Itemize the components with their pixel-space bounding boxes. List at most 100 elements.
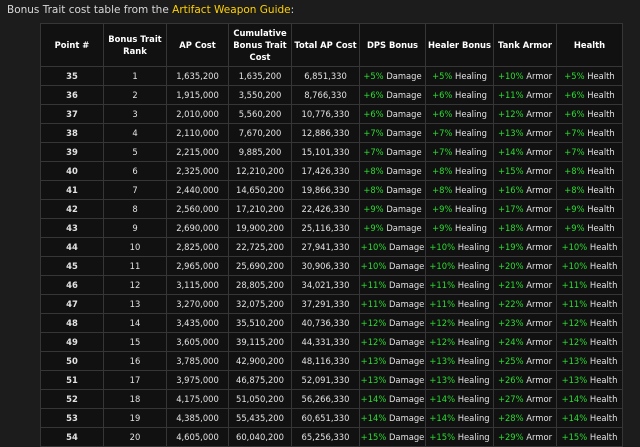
bonus-percent: +20% [497, 261, 524, 271]
bonus-label: Armor [526, 299, 553, 309]
cumulative-cost-cell: 9,885,200 [228, 142, 292, 162]
bonus-percent: +5% [432, 71, 453, 81]
table-row: 44 10 2,825,000 22,725,200 27,941,330 +10% Da… [40, 237, 623, 257]
dps-bonus-cell: +12% Damage [359, 332, 426, 352]
bonus-percent: +9% [363, 223, 384, 233]
bonus-percent: +14% [360, 413, 387, 423]
cumulative-cost-cell: 12,210,200 [228, 161, 292, 181]
bonus-percent: +10% [561, 242, 588, 252]
bonus-percent: +9% [363, 204, 384, 214]
tank-armor-cell: +19% Armor [493, 237, 557, 257]
bonus-label: Armor [526, 261, 553, 271]
bonus-label: Damage [388, 242, 425, 252]
bonus-percent: +14% [497, 147, 524, 157]
rank-cell: 17 [103, 370, 167, 390]
rank-cell: 4 [103, 123, 167, 143]
total-ap-cell: 27,941,330 [291, 237, 360, 257]
ap-cost-cell: 2,010,000 [166, 104, 229, 124]
total-ap-cell: 6,851,330 [291, 66, 360, 86]
bonus-percent: +8% [432, 185, 453, 195]
bonus-percent: +10% [497, 71, 524, 81]
health-cell: +8% Health [556, 180, 623, 200]
total-ap-cell: 60,651,330 [291, 408, 360, 428]
bonus-percent: +6% [564, 109, 585, 119]
table-row: 40 6 2,325,000 12,210,200 17,426,330 +8% Dama… [40, 161, 623, 181]
bonus-label: Damage [386, 147, 422, 157]
dps-bonus-cell: +8% Damage [359, 180, 426, 200]
health-cell: +10% Health [556, 237, 623, 257]
rank-cell: 1 [103, 66, 167, 86]
bonus-percent: +28% [497, 413, 524, 423]
healer-bonus-cell: +12% Healing [425, 313, 494, 333]
bonus-label: Damage [388, 413, 425, 423]
cumulative-cost-cell: 3,550,200 [228, 85, 292, 105]
bonus-label: Healing [457, 318, 490, 328]
cumulative-cost-cell: 55,435,200 [228, 408, 292, 428]
healer-bonus-cell: +8% Healing [425, 161, 494, 181]
rank-cell: 3 [103, 104, 167, 124]
bonus-label: Health [589, 261, 618, 271]
bonus-label: Armor [526, 147, 553, 157]
bonus-label: Armor [526, 223, 553, 233]
bonus-label: Armor [526, 432, 553, 442]
bonus-label: Health [589, 413, 618, 423]
bonus-percent: +11% [561, 280, 588, 290]
bonus-label: Healing [455, 90, 487, 100]
health-cell: +6% Health [556, 85, 623, 105]
cumulative-cost-cell: 60,040,200 [228, 427, 292, 447]
bonus-percent: +8% [564, 166, 585, 176]
tank-armor-cell: +11% Armor [493, 85, 557, 105]
bonus-percent: +7% [432, 128, 453, 138]
cumulative-cost-cell: 22,725,200 [228, 237, 292, 257]
bonus-label: Health [587, 185, 615, 195]
table-header-row: Point # Bonus Trait Rank AP Cost Cumulat… [40, 23, 623, 67]
health-cell: +6% Health [556, 104, 623, 124]
cumulative-cost-cell: 25,690,200 [228, 256, 292, 276]
bonus-percent: +9% [432, 204, 453, 214]
total-ap-cell: 12,886,330 [291, 123, 360, 143]
total-ap-cell: 19,866,330 [291, 180, 360, 200]
column-header-healer-bonus: Healer Bonus [425, 23, 494, 67]
bonus-percent: +25% [497, 356, 524, 366]
bonus-label: Damage [386, 90, 422, 100]
bonus-label: Health [587, 204, 615, 214]
tank-armor-cell: +23% Armor [493, 313, 557, 333]
rank-cell: 13 [103, 294, 167, 314]
table-row: 36 2 1,915,000 3,550,200 8,766,330 +6% Damage… [40, 85, 623, 105]
healer-bonus-cell: +10% Healing [425, 256, 494, 276]
ap-cost-cell: 4,385,000 [166, 408, 229, 428]
ap-cost-cell: 2,825,000 [166, 237, 229, 257]
bonus-percent: +9% [432, 223, 453, 233]
bonus-label: Armor [526, 356, 553, 366]
bonus-percent: +21% [497, 280, 524, 290]
point-cell: 54 [40, 427, 104, 447]
total-ap-cell: 10,776,330 [291, 104, 360, 124]
tank-armor-cell: +17% Armor [493, 199, 557, 219]
cumulative-cost-cell: 32,075,200 [228, 294, 292, 314]
dps-bonus-cell: +10% Damage [359, 256, 426, 276]
total-ap-cell: 52,091,330 [291, 370, 360, 390]
point-cell: 46 [40, 275, 104, 295]
healer-bonus-cell: +11% Healing [425, 275, 494, 295]
bonus-percent: +24% [497, 337, 524, 347]
artifact-weapon-guide-link[interactable]: Artifact Weapon Guide [172, 4, 290, 16]
rank-cell: 20 [103, 427, 167, 447]
healer-bonus-cell: +14% Healing [425, 408, 494, 428]
bonus-label: Health [589, 375, 618, 385]
bonus-percent: +14% [561, 413, 588, 423]
table-row: 43 9 2,690,000 19,900,200 25,116,330 +9% Dama… [40, 218, 623, 238]
ap-cost-cell: 4,175,000 [166, 389, 229, 409]
bonus-percent: +11% [429, 299, 456, 309]
bonus-percent: +8% [432, 166, 453, 176]
bonus-percent: +11% [497, 90, 524, 100]
bonus-label: Health [589, 242, 618, 252]
bonus-percent: +7% [432, 147, 453, 157]
rank-cell: 9 [103, 218, 167, 238]
dps-bonus-cell: +9% Damage [359, 218, 426, 238]
bonus-percent: +22% [497, 299, 524, 309]
bonus-label: Damage [386, 128, 422, 138]
dps-bonus-cell: +12% Damage [359, 313, 426, 333]
health-cell: +11% Health [556, 294, 623, 314]
dps-bonus-cell: +6% Damage [359, 104, 426, 124]
bonus-percent: +6% [432, 90, 453, 100]
